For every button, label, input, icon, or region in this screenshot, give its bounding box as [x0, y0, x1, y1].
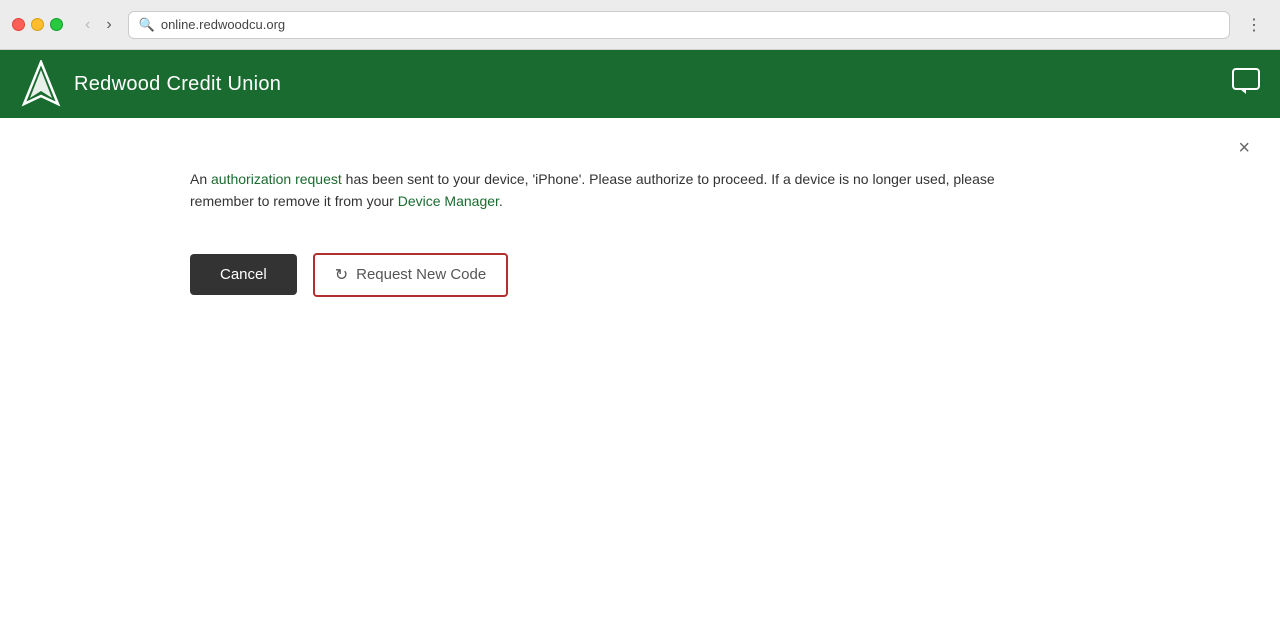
site-header: Redwood Credit Union [0, 50, 1280, 118]
address-text: online.redwoodcu.org [161, 17, 1219, 32]
minimize-traffic-light[interactable] [31, 18, 44, 31]
site-title: Redwood Credit Union [74, 73, 281, 96]
browser-chrome: ‹ › 🔍 online.redwoodcu.org ⋮ [0, 0, 1280, 50]
button-row: Cancel ↻ Request New Code [190, 253, 1050, 297]
message-part3: . [499, 193, 503, 209]
traffic-lights [12, 18, 63, 31]
request-new-code-button[interactable]: ↻ Request New Code [313, 253, 508, 297]
dialog-body: An authorization request has been sent t… [190, 158, 1050, 297]
close-traffic-light[interactable] [12, 18, 25, 31]
request-new-code-label: Request New Code [356, 266, 486, 283]
address-bar[interactable]: 🔍 online.redwoodcu.org [128, 11, 1230, 39]
forward-button[interactable]: › [100, 14, 117, 36]
header-right [1232, 68, 1260, 100]
message-part1: An [190, 171, 211, 187]
page: Redwood Credit Union × An authorization … [0, 50, 1280, 620]
chat-button[interactable] [1232, 68, 1260, 100]
authorization-message: An authorization request has been sent t… [190, 168, 1050, 213]
address-search-icon: 🔍 [139, 17, 155, 33]
main-content: × An authorization request has been sent… [0, 118, 1280, 620]
maximize-traffic-light[interactable] [50, 18, 63, 31]
cancel-button[interactable]: Cancel [190, 254, 297, 295]
close-button[interactable]: × [1238, 138, 1250, 158]
nav-buttons: ‹ › [79, 14, 118, 36]
chat-icon [1232, 68, 1260, 94]
device-manager-link[interactable]: Device Manager [398, 193, 499, 209]
header-left: Redwood Credit Union [20, 60, 281, 108]
refresh-icon: ↻ [335, 265, 348, 285]
authorization-link[interactable]: authorization request [211, 171, 342, 187]
back-button[interactable]: ‹ [79, 14, 96, 36]
browser-menu-button[interactable]: ⋮ [1240, 13, 1268, 37]
site-logo [20, 60, 62, 108]
